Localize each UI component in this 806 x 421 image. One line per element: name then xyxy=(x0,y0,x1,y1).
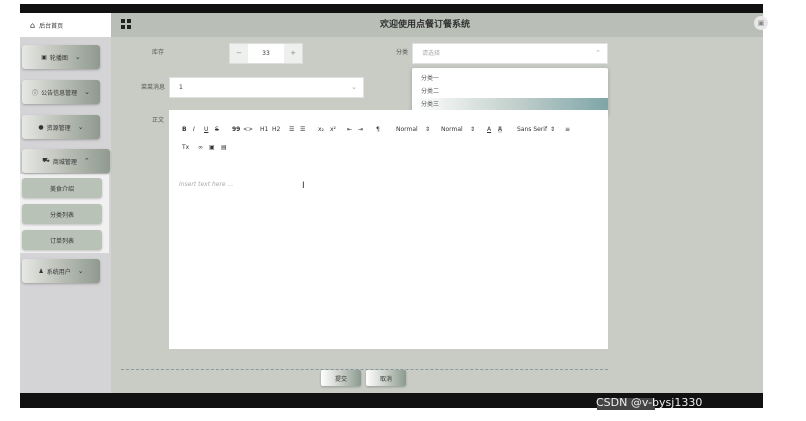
text-cursor-icon: I xyxy=(302,181,305,191)
sidebar-item-users[interactable]: ♟ 系统用户 ⌄ xyxy=(22,259,100,283)
menu-grid-icon[interactable] xyxy=(121,19,131,29)
subscript-button[interactable]: x₂ xyxy=(318,126,324,133)
chevron-down-icon: ⌄ xyxy=(351,83,357,91)
stock-label: 库存 xyxy=(152,49,165,56)
chevron-down-icon: ⌄ xyxy=(77,123,84,131)
text-color-button[interactable]: A xyxy=(487,126,491,133)
home-icon: ⌂ xyxy=(30,20,36,30)
info-value: 1 xyxy=(179,84,183,91)
link-icon[interactable]: ∞ xyxy=(198,144,203,151)
font-picker[interactable]: Sans Serif xyxy=(517,126,547,133)
sidebar-subitem-categories[interactable]: 分类列表 xyxy=(22,204,102,224)
size-arrows-icon: ⇕ xyxy=(425,126,431,133)
direction-button[interactable]: ¶ xyxy=(376,126,380,133)
rich-text-editor[interactable] xyxy=(169,110,608,349)
h2-button[interactable]: H2 xyxy=(272,126,280,133)
category-placeholder: 请选择 xyxy=(422,50,441,57)
increment-button[interactable]: + xyxy=(284,44,302,63)
sidebar-item-shop[interactable]: ⛟ 商城管理 ⌃ xyxy=(22,149,110,173)
italic-button[interactable]: I xyxy=(193,126,195,133)
category-dropdown: 分类一 分类二 分类三 xyxy=(412,68,608,115)
app-title: 欢迎使用点餐订餐系统 xyxy=(380,20,471,30)
stock-stepper[interactable]: − 33 + xyxy=(229,43,303,64)
sidebar-item-resources[interactable]: ● 资源管理 ⌄ xyxy=(22,115,100,139)
h1-button[interactable]: H1 xyxy=(260,126,268,133)
sidebar-item-label: 资源管理 xyxy=(46,124,71,132)
indent-button[interactable]: ⇥ xyxy=(358,126,363,133)
code-button[interactable]: <> xyxy=(243,126,253,133)
strike-button[interactable]: S xyxy=(215,126,219,133)
image-icon[interactable]: ▣ xyxy=(209,144,215,151)
size-picker[interactable]: Normal xyxy=(396,126,418,133)
outdent-button[interactable]: ⇤ xyxy=(347,126,352,133)
submit-button[interactable]: 提交 xyxy=(321,370,361,386)
editor-placeholder: Insert text here ... xyxy=(179,181,234,188)
underline-button[interactable]: U xyxy=(204,126,208,133)
cart-icon: ⛟ xyxy=(42,157,50,164)
watermark-text: CSDN @v-bysj1330 xyxy=(596,396,703,409)
cancel-button[interactable]: 取消 xyxy=(366,370,406,386)
user-icon: ♟ xyxy=(38,267,44,275)
info-label: 菜菜消息 xyxy=(141,84,166,91)
tab-home[interactable]: ⌂ 后台首页 xyxy=(20,13,111,37)
sidebar-item-carousel[interactable]: ▣ 轮播图 ⌄ xyxy=(22,45,100,69)
divider xyxy=(121,369,608,370)
pin-icon: ● xyxy=(38,123,44,131)
chevron-up-icon: ⌃ xyxy=(83,157,90,165)
chevron-down-icon: ⌄ xyxy=(74,53,81,61)
image-icon: ▣ xyxy=(41,53,47,61)
video-icon[interactable]: ▤ xyxy=(221,144,227,151)
stock-value[interactable]: 33 xyxy=(248,44,284,63)
category-select[interactable]: 请选择 ⌃ xyxy=(412,43,608,64)
chevron-down-icon: ⌄ xyxy=(77,267,84,275)
sidebar-item-label: 系统用户 xyxy=(46,268,71,276)
superscript-button[interactable]: x² xyxy=(330,126,336,133)
ordered-list-button[interactable]: ☰ xyxy=(289,126,294,133)
bullet-list-button[interactable]: ☰ xyxy=(300,126,305,133)
clean-format-button[interactable]: Tx xyxy=(182,144,189,151)
background-color-button[interactable]: A xyxy=(498,126,503,133)
header-picker[interactable]: Normal xyxy=(441,126,463,133)
align-button[interactable]: ≡ xyxy=(565,126,570,133)
sidebar-item-label: 商城管理 xyxy=(52,158,77,166)
sidebar-subitem-orders[interactable]: 订单列表 xyxy=(22,230,102,250)
info-icon: ⓘ xyxy=(32,89,39,97)
sidebar-item-label: 轮播图 xyxy=(49,54,68,62)
sidebar-subitem-food[interactable]: 美食介绍 xyxy=(22,178,102,198)
category-label: 分类 xyxy=(396,49,409,56)
body-label: 正文 xyxy=(152,117,165,124)
sidebar-item-notice[interactable]: ⓘ 公告信息管理 ⌄ xyxy=(22,80,100,104)
tab-home-label: 后台首页 xyxy=(39,22,64,30)
chevron-up-icon: ⌃ xyxy=(595,49,601,57)
bold-button[interactable]: B xyxy=(182,126,187,133)
info-select[interactable]: 1 ⌄ xyxy=(169,77,364,98)
sidebar-item-label: 公告信息管理 xyxy=(41,89,78,97)
chevron-down-icon: ⌄ xyxy=(84,88,90,96)
header-arrows-icon: ⇕ xyxy=(470,126,476,133)
font-arrows-icon: ⇕ xyxy=(550,126,556,133)
avatar[interactable]: ▣ xyxy=(754,16,768,30)
blockquote-button[interactable]: 99 xyxy=(232,126,240,133)
top-black-bar xyxy=(20,4,763,13)
category-option[interactable]: 分类二 xyxy=(412,85,608,98)
category-option[interactable]: 分类一 xyxy=(412,72,608,85)
decrement-button[interactable]: − xyxy=(230,44,248,63)
